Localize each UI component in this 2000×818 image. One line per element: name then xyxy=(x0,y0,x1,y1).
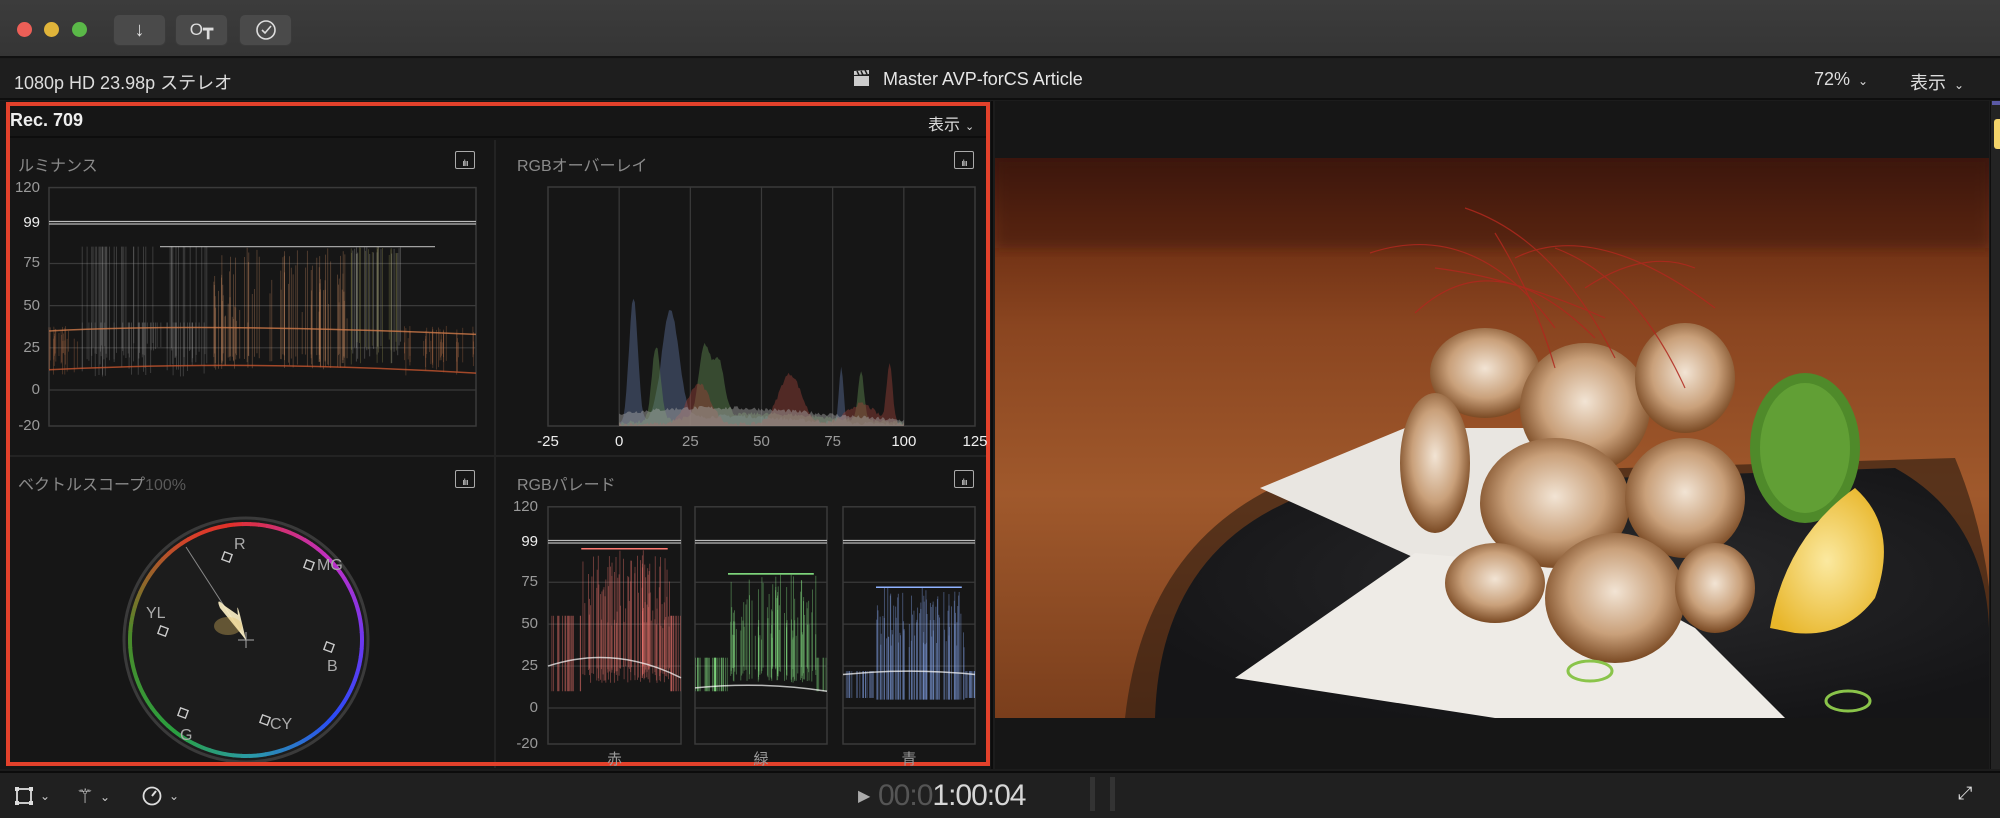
vectorscope-hue-ring xyxy=(216,750,227,757)
vectorscope-hue-ring xyxy=(232,753,243,758)
vectorscope-hue-ring xyxy=(249,522,260,527)
chevron-down-icon: ⌄ xyxy=(1954,78,1965,92)
luma-trace xyxy=(48,364,477,374)
luma-tick-label: 50 xyxy=(23,296,40,314)
chevron-down-icon: ⌄ xyxy=(169,789,180,803)
transform-menu[interactable]: ⌄ xyxy=(14,786,50,806)
vectorscope-hue-ring xyxy=(248,753,259,758)
vectorscope-hue-ring xyxy=(224,752,235,758)
viewer-bottom-toolbar: ⌄ ⚚ ⌄ ⌄ ▶ 00:01:00:04 ⤢ xyxy=(0,771,2000,818)
vectorscope-hue-ring xyxy=(357,615,363,626)
vectorscope-hue-ring xyxy=(353,599,360,610)
parade-channel-label: 緑 xyxy=(753,751,769,768)
vectorscope-hue-ring xyxy=(355,607,362,618)
parade-tick-label: -20 xyxy=(516,735,538,752)
timecode-bright: 1:00:04 xyxy=(932,779,1026,812)
vectorscope-trace xyxy=(214,617,242,635)
luma-tick-label: 120 xyxy=(14,178,40,196)
luma-waveform xyxy=(48,186,477,427)
vectorscope-hue-ring xyxy=(130,662,137,673)
vectorscope xyxy=(122,516,370,764)
vectorscope-hue-ring xyxy=(257,522,268,528)
parade-tick-label: 99 xyxy=(521,533,538,550)
overlay-tick-label: 125 xyxy=(962,433,988,450)
overlay-tick-label: 50 xyxy=(753,433,770,450)
vectorscope-target-label: R xyxy=(234,536,246,553)
audio-meter-right xyxy=(1110,777,1115,811)
vectorscope-hue-ring xyxy=(128,622,134,633)
vectorscope-hue-ring xyxy=(355,663,362,674)
fullscreen-icon[interactable]: ⤢ xyxy=(1958,783,1972,804)
parade-tick-label: 50 xyxy=(521,615,538,633)
vectorscope-hue-ring xyxy=(358,623,364,634)
vectorscope-target-label: YL xyxy=(146,605,166,622)
inspector-edge xyxy=(1990,101,2000,769)
enhance-menu[interactable]: ⚚ ⌄ xyxy=(76,784,110,809)
viewer-view-menu[interactable]: 表示 ⌄ xyxy=(1910,69,1964,95)
luma-trace xyxy=(48,326,477,336)
luma-tick-label: 75 xyxy=(23,254,40,272)
vectorscope-hue-ring xyxy=(233,522,244,527)
vectorscope-hue-ring xyxy=(273,525,284,532)
video-frame[interactable] xyxy=(995,158,1989,718)
vectorscope-hue-ring xyxy=(358,647,364,658)
vectorscope-hue-ring xyxy=(132,670,139,681)
chevron-down-icon: ⌄ xyxy=(99,789,110,804)
parade-tick-label: 75 xyxy=(521,573,538,591)
luma-tick-label: 25 xyxy=(23,338,40,356)
retime-menu[interactable]: ⌄ xyxy=(141,785,179,807)
vectorscope-hue-ring xyxy=(256,752,267,758)
vectorscope-hue-ring xyxy=(209,525,220,532)
overlay-tick-label: 100 xyxy=(891,433,917,450)
zoom-level-value: 72% xyxy=(1814,69,1851,89)
vectorscope-hue-ring xyxy=(129,654,135,665)
timecode-display[interactable]: 00:01:00:04 xyxy=(878,779,1026,813)
magic-wand-icon: ⚚ xyxy=(76,786,94,808)
parade-channel-label: 赤 xyxy=(606,751,622,768)
rgb-parade xyxy=(547,506,976,745)
vectorscope-target-label: G xyxy=(180,727,193,744)
vectorscope-target-label: B xyxy=(327,658,338,675)
overlay-tick-label: -25 xyxy=(537,433,559,450)
vectorscope-hue-ring xyxy=(130,606,137,617)
vectorscope-hue-ring xyxy=(265,523,276,530)
audio-meter-left xyxy=(1090,777,1095,811)
vectorscope-target-label: CY xyxy=(270,716,293,733)
zoom-level-menu[interactable]: 72% ⌄ xyxy=(1814,69,1868,90)
timecode-dim: 00:0 xyxy=(878,779,933,812)
viewer xyxy=(995,101,1989,769)
vectorscope-target-label: MG xyxy=(317,557,343,574)
luma-tick-label: 0 xyxy=(31,381,40,398)
vectorscope-hue-ring xyxy=(208,748,219,755)
scopes-graphics xyxy=(48,186,976,764)
parade-channel-label: 青 xyxy=(901,751,917,768)
overlay-tick-label: 75 xyxy=(824,433,841,450)
vectorscope-hue-ring xyxy=(357,655,363,666)
parade-tick-label: 25 xyxy=(521,657,538,675)
chevron-down-icon: ⌄ xyxy=(1858,74,1869,88)
vectorscope-hue-ring xyxy=(264,750,275,757)
luma-tick-label: -20 xyxy=(18,417,40,434)
parade-tick-label: 120 xyxy=(512,497,538,515)
chevron-down-icon: ⌄ xyxy=(40,789,51,803)
luma-tick-label: 99 xyxy=(23,214,40,231)
vectorscope-hue-ring xyxy=(217,523,228,530)
view-menu-label: 表示 xyxy=(1910,73,1946,93)
overlay-tick-label: 25 xyxy=(681,433,699,450)
vectorscope-hue-ring xyxy=(128,646,134,657)
parade-tick-label: 0 xyxy=(529,699,538,716)
vectorscope-hue-ring xyxy=(129,614,135,625)
play-button[interactable]: ▶ xyxy=(858,786,870,806)
overlay-tick-label: 0 xyxy=(614,433,624,450)
transform-icon xyxy=(15,787,33,805)
vectorscope-hue-ring xyxy=(225,522,236,528)
vectorscope-hue-ring xyxy=(272,748,283,755)
vectorscope-hue-ring xyxy=(132,598,140,609)
speedometer-icon xyxy=(142,786,162,806)
vectorscope-hue-ring xyxy=(352,671,360,682)
rgb-overlay-histogram xyxy=(547,186,976,427)
